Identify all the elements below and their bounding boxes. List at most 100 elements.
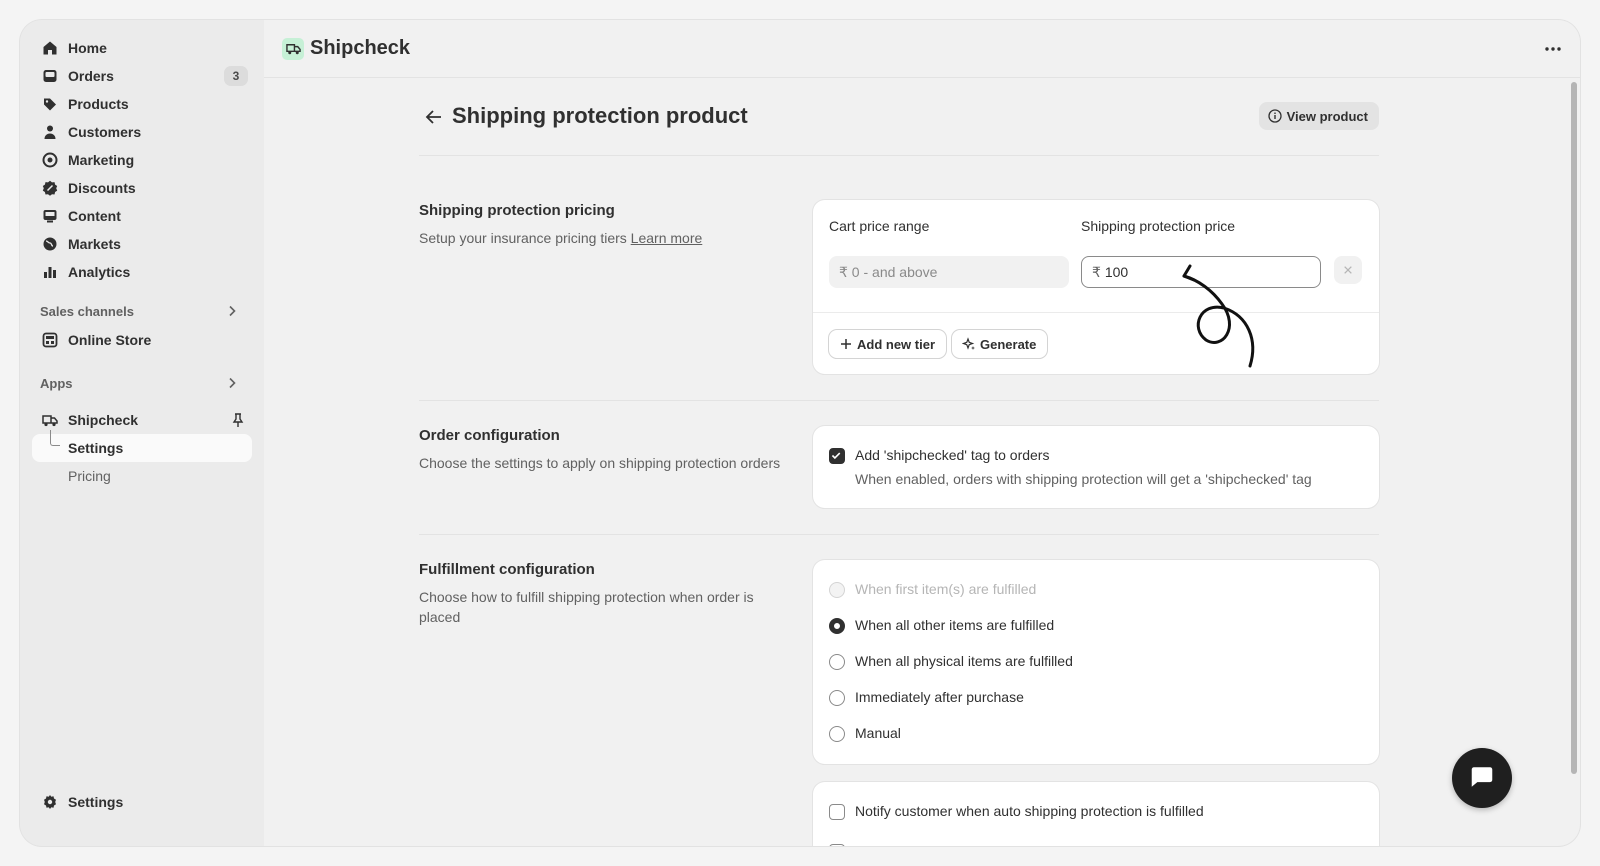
fulfillment-option-label: When first item(s) are fulfilled [855, 581, 1037, 597]
fulfillment-option-label[interactable]: When all physical items are fulfilled [855, 653, 1073, 669]
notify-card: Notify customer when auto shipping prote… [813, 782, 1379, 846]
more-actions-icon[interactable] [1544, 40, 1562, 58]
app-topbar: Shipcheck [264, 20, 1580, 78]
sidebar-item-marketing[interactable]: Marketing [32, 146, 252, 174]
fulfillment-option-label[interactable]: Immediately after purchase [855, 689, 1024, 705]
scrollbar-thumb[interactable] [1571, 82, 1577, 774]
chevron-right-icon [224, 375, 240, 391]
truck-icon [42, 412, 58, 428]
sidebar-item-products[interactable]: Products [32, 90, 252, 118]
sidebar-item-label: Online Store [68, 332, 152, 348]
order-config-card: Add 'shipchecked' tag to orders When ena… [813, 426, 1379, 508]
content-icon [42, 208, 58, 224]
protection-price-label: Shipping protection price [1081, 218, 1236, 234]
learn-more-link[interactable]: Learn more [631, 230, 703, 246]
sidebar-item-label: Settings [68, 794, 124, 810]
shipchecked-tag-help: When enabled, orders with shipping prote… [855, 471, 1312, 487]
sidebar-item-markets[interactable]: Markets [32, 230, 252, 258]
sidebar-item-label: Customers [68, 124, 142, 140]
gear-icon [42, 794, 58, 810]
admin-window: Home Orders 3 Products Customers Marketi… [20, 20, 1580, 846]
chat-button[interactable] [1452, 748, 1512, 808]
tag-icon [42, 96, 58, 112]
person-icon [42, 124, 58, 140]
fulfillment-radio[interactable] [829, 654, 845, 670]
bar-chart-icon [42, 264, 58, 280]
sidebar-item-label: Markets [68, 236, 121, 252]
fulfillment-radio [829, 582, 845, 598]
order-config-description: Choose the settings to apply on shipping… [419, 455, 781, 471]
screen: Home Orders 3 Products Customers Marketi… [0, 0, 1600, 866]
globe-icon [42, 236, 58, 252]
cart-range-label: Cart price range [829, 218, 930, 234]
tree-connector [50, 430, 60, 446]
sidebar-item-settings[interactable]: Settings [32, 788, 252, 816]
sidebar-item-online-store[interactable]: Online Store [32, 326, 252, 354]
view-product-button[interactable]: View product [1258, 102, 1379, 130]
pricing-section: Shipping protection pricing Setup your i… [419, 178, 1379, 378]
pricing-card: Cart price range Shipping protection pri… [813, 200, 1379, 374]
sidebar-item-label: Content [68, 208, 121, 224]
target-icon [42, 152, 58, 168]
notify-customer-checkbox[interactable] [829, 804, 845, 820]
apps-heading[interactable]: Apps [32, 370, 252, 396]
plus-icon [839, 337, 853, 351]
home-icon [42, 40, 58, 56]
protection-price-input[interactable]: ₹ 100 [1081, 256, 1321, 288]
sidebar-item-label: Orders [68, 68, 114, 84]
page-header: Shipping protection product View product [419, 78, 1379, 156]
order-config-section: Order configuration Choose the settings … [419, 401, 1379, 511]
fulfillment-radio[interactable] [829, 618, 845, 634]
notify-customer-label[interactable]: Notify customer when auto shipping prote… [855, 803, 1204, 819]
fulfillment-options-card: When first item(s) are fulfilled When al… [813, 560, 1379, 764]
card-divider [813, 312, 1379, 313]
orders-icon [42, 68, 58, 84]
back-arrow-icon[interactable] [423, 106, 445, 128]
page-title: Shipping protection product [452, 103, 748, 128]
fulfillment-radio[interactable] [829, 726, 845, 742]
sparkle-icon [961, 337, 976, 351]
order-config-title: Order configuration [419, 427, 560, 444]
store-icon [42, 332, 58, 348]
shipchecked-tag-label: Add 'shipchecked' tag to orders [855, 447, 1050, 463]
shipchecked-tag-checkbox[interactable] [829, 448, 845, 464]
sidebar-item-label: Marketing [68, 152, 135, 168]
generate-button[interactable]: Generate [952, 330, 1048, 358]
sidebar-item-content[interactable]: Content [32, 202, 252, 230]
sidebar-item-label: Discounts [68, 180, 136, 196]
chat-bubble-icon [1468, 763, 1496, 794]
app-title: Shipcheck [310, 37, 411, 59]
pin-icon[interactable] [230, 412, 246, 428]
chevron-right-icon [224, 303, 240, 319]
sidebar: Home Orders 3 Products Customers Marketi… [20, 20, 264, 846]
close-icon [1343, 262, 1353, 278]
sidebar-item-label: Home [68, 40, 107, 56]
sidebar-subitem-pricing[interactable]: Pricing [32, 462, 252, 490]
page-content: Shipping protection product View product… [419, 78, 1379, 846]
sidebar-item-analytics[interactable]: Analytics [32, 258, 252, 286]
sidebar-item-customers[interactable]: Customers [32, 118, 252, 146]
sidebar-item-orders[interactable]: Orders 3 [32, 62, 252, 90]
sidebar-item-discounts[interactable]: Discounts [32, 174, 252, 202]
fulfillment-option-label[interactable]: Manual [855, 725, 901, 741]
partial-checkbox[interactable] [829, 844, 845, 846]
main-area: Shipcheck Shipping protection product Vi… [264, 20, 1580, 846]
sidebar-item-home[interactable]: Home [32, 34, 252, 62]
remove-tier-button[interactable] [1334, 256, 1362, 284]
sidebar-item-label: Shipcheck [68, 412, 139, 428]
sidebar-subitem-settings[interactable]: Settings [32, 430, 252, 462]
sales-channels-heading[interactable]: Sales channels [32, 298, 252, 324]
sidebar-item-label: Products [68, 96, 129, 112]
pricing-description: Setup your insurance pricing tiers Learn… [419, 230, 703, 246]
add-new-tier-button[interactable]: Add new tier [829, 330, 947, 358]
fulfillment-description: Choose how to fulfill shipping protectio… [419, 589, 754, 625]
fulfillment-radio[interactable] [829, 690, 845, 706]
orders-count-badge: 3 [224, 66, 248, 86]
info-icon [1267, 109, 1282, 123]
shipcheck-logo-icon [282, 37, 304, 60]
sidebar-item-label: Analytics [68, 264, 131, 280]
sidebar-item-shipcheck[interactable]: Shipcheck [32, 406, 252, 434]
fulfillment-option-label[interactable]: When all other items are fulfilled [855, 617, 1054, 633]
cart-range-input: ₹ 0 - and above [829, 256, 1069, 288]
fulfillment-title: Fulfillment configuration [419, 561, 595, 578]
